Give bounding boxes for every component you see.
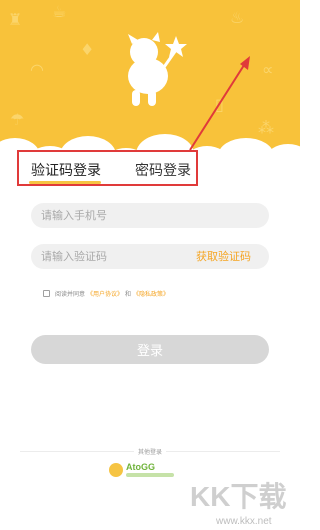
agreement-row: 阅读并同意 《用户协议》 和 《隐私政策》 <box>43 289 169 298</box>
cake-doodle-icon: ♜ <box>8 10 23 29</box>
user-agreement-link[interactable]: 《用户协议》 <box>87 289 123 298</box>
strawberry-doodle-icon: ♦ <box>80 40 95 59</box>
agreement-prefix: 阅读并同意 <box>55 291 86 298</box>
get-code-button[interactable]: 获取验证码 <box>196 248 251 264</box>
agreement-and: 和 <box>125 291 132 298</box>
bottle-doodle-icon: ▯ <box>215 95 224 114</box>
other-login-label: 其他登录 <box>133 449 166 456</box>
watermark-brand: KK下载 <box>190 481 286 512</box>
tab-password-login[interactable]: 密码登录 <box>135 160 191 180</box>
mascot-icon <box>128 32 187 106</box>
privacy-policy-link[interactable]: 《隐私政策》 <box>133 289 169 298</box>
fish-doodle-icon: ∝ <box>262 60 274 79</box>
pepper-doodle-icon: ♨ <box>230 8 245 27</box>
partner-logo-text: AtoGG <box>126 462 155 472</box>
hero-banner: ♜ ☕ ◠ ♦ ♨ ∝ ▯ ☂ ⁂ <box>0 0 300 160</box>
partner-logo-icon[interactable]: AtoGG <box>108 458 180 482</box>
login-button[interactable]: 登录 <box>31 335 269 364</box>
phone-input[interactable] <box>31 203 269 228</box>
agreement-checkbox[interactable] <box>43 290 50 297</box>
tab-code-login[interactable]: 验证码登录 <box>31 160 101 180</box>
watermark-url: www.kkx.net <box>215 516 272 527</box>
mushroom-doodle-icon: ☂ <box>10 110 25 129</box>
bread-doodle-icon: ◠ <box>30 60 44 79</box>
active-tab-indicator <box>29 181 101 184</box>
cup-doodle-icon: ☕ <box>52 2 67 21</box>
kk-watermark: KK下载 www.kkx.net <box>190 481 286 527</box>
